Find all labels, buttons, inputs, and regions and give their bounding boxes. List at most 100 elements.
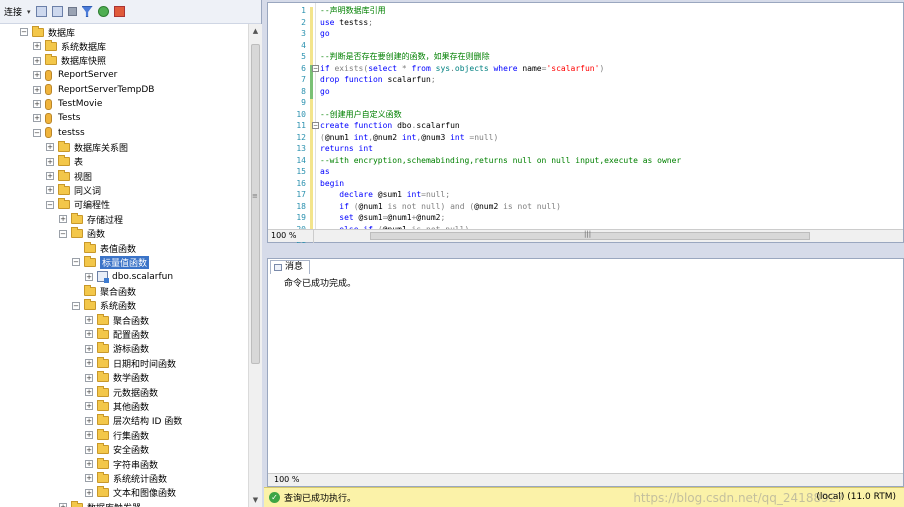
expand-icon[interactable]: + bbox=[33, 100, 41, 108]
database-icon bbox=[45, 69, 52, 81]
expand-icon[interactable]: + bbox=[46, 186, 54, 195]
connect-dropdown-icon[interactable]: ▾ bbox=[27, 8, 31, 16]
tree-node[interactable]: 表值函数 bbox=[72, 241, 136, 255]
expand-icon[interactable]: + bbox=[85, 359, 93, 368]
ssms-window: 连接 ▾ − 数据库 + 系统数据库 + 数据库快照 + ReportServer + Repor… bbox=[0, 0, 904, 507]
refresh-icon[interactable] bbox=[97, 6, 109, 17]
expand-icon[interactable]: + bbox=[85, 344, 93, 353]
tree-node[interactable]: + Tests bbox=[33, 111, 80, 125]
editor-hscrollbar[interactable]: ||| bbox=[314, 230, 903, 243]
code-area[interactable]: --声明数据库引用 use testss; go --判断是否存在要创建的函数，如果存… bbox=[320, 3, 895, 231]
tree-node[interactable]: + 游标函数 bbox=[85, 342, 149, 356]
expand-icon[interactable]: + bbox=[85, 474, 93, 483]
collapse-icon[interactable]: − bbox=[72, 301, 80, 310]
collapse-region-icon[interactable]: − bbox=[312, 122, 319, 129]
activity-monitor-icon[interactable] bbox=[113, 6, 125, 17]
tree-node[interactable]: + 日期和时间函数 bbox=[85, 356, 176, 370]
expand-icon[interactable]: + bbox=[85, 445, 93, 454]
collapse-icon[interactable]: − bbox=[20, 28, 28, 36]
scroll-grip-icon: ≡ bbox=[252, 192, 258, 200]
tree-node-label: 聚合函数 bbox=[100, 287, 137, 298]
tree-node[interactable]: + TestMovie bbox=[33, 97, 102, 111]
tree-node-label: 游标函数 bbox=[113, 345, 150, 356]
tree-node[interactable]: 聚合函数 bbox=[72, 284, 136, 298]
tree-node[interactable]: + 字符串函数 bbox=[85, 457, 158, 471]
code-token: sys bbox=[435, 63, 451, 73]
connect-button[interactable]: 连接 bbox=[4, 5, 22, 18]
messages-zoom[interactable]: 100 % bbox=[271, 474, 299, 487]
tree-node[interactable]: + 数据库关系图 bbox=[46, 140, 128, 154]
editor-zoom[interactable]: 100 % bbox=[268, 229, 314, 243]
collapse-icon[interactable]: − bbox=[59, 229, 67, 238]
code-token: exists bbox=[334, 63, 364, 73]
expand-icon[interactable]: + bbox=[85, 316, 93, 324]
expand-icon[interactable]: + bbox=[33, 114, 41, 123]
expand-icon[interactable]: + bbox=[85, 431, 93, 440]
scroll-thumb[interactable] bbox=[251, 44, 260, 364]
tree-node[interactable]: + 视图 bbox=[46, 169, 92, 183]
tree-node[interactable]: + 元数据函数 bbox=[85, 385, 158, 399]
tree-node[interactable]: + 文本和图像函数 bbox=[85, 486, 176, 500]
tree-node[interactable]: + ReportServer bbox=[33, 68, 117, 82]
expand-icon[interactable]: + bbox=[85, 488, 93, 497]
expand-icon[interactable]: + bbox=[46, 172, 54, 180]
tree-node[interactable]: − testss bbox=[33, 126, 85, 140]
tree-node[interactable]: + 系统统计函数 bbox=[85, 471, 167, 485]
expand-icon[interactable]: + bbox=[85, 388, 93, 396]
expand-icon[interactable]: + bbox=[33, 56, 41, 65]
tree-node[interactable]: − 数据库 bbox=[20, 25, 75, 39]
tree-node[interactable]: − 可编程性 bbox=[46, 198, 110, 212]
collapse-icon[interactable]: − bbox=[72, 258, 80, 267]
tree-node[interactable]: + 系统数据库 bbox=[33, 39, 106, 53]
code-token: go bbox=[320, 29, 330, 38]
scroll-up-icon[interactable]: ▲ bbox=[249, 24, 262, 38]
expand-icon[interactable]: + bbox=[85, 402, 93, 411]
folder-icon bbox=[97, 428, 109, 440]
tree-node[interactable]: + 同义词 bbox=[46, 183, 101, 197]
expand-icon[interactable]: + bbox=[33, 42, 41, 51]
expand-icon[interactable]: + bbox=[33, 85, 41, 94]
expand-icon[interactable]: + bbox=[59, 503, 67, 507]
tree-node[interactable]: + 数学函数 bbox=[85, 371, 149, 385]
tree-node[interactable]: + 数据库触发器 bbox=[59, 500, 141, 507]
explorer-scrollbar[interactable]: ▲ ≡ ▼ bbox=[248, 24, 262, 507]
tree-node[interactable]: + dbo.scalarfun bbox=[85, 270, 173, 284]
expand-icon[interactable]: + bbox=[85, 460, 93, 468]
query-editor[interactable]: 123456−7891011−12131415161718192021 --声明… bbox=[267, 2, 904, 245]
code-token: @num1 bbox=[387, 213, 412, 222]
tree-node[interactable]: − 系统函数 bbox=[72, 299, 136, 313]
tree-node[interactable]: + 表 bbox=[46, 155, 83, 169]
expand-icon[interactable]: + bbox=[85, 416, 93, 425]
expand-icon[interactable]: + bbox=[85, 373, 93, 382]
tree-node[interactable]: + ReportServerTempDB bbox=[33, 83, 154, 97]
expand-icon[interactable]: + bbox=[85, 330, 93, 339]
collapse-icon[interactable]: − bbox=[46, 200, 54, 209]
tree-node[interactable]: − 函数 bbox=[59, 227, 105, 241]
tree-node[interactable]: + 存储过程 bbox=[59, 212, 123, 226]
code-line: set @sum1=@num1+@num2; bbox=[320, 212, 445, 224]
tree-node[interactable]: − 标量值函数 bbox=[72, 255, 150, 269]
stop-grey-icon[interactable] bbox=[67, 7, 77, 16]
scroll-down-icon[interactable]: ▼ bbox=[249, 493, 262, 507]
filter-icon[interactable] bbox=[81, 6, 93, 17]
tree-node[interactable]: + 层次结构 ID 函数 bbox=[85, 414, 182, 428]
expand-icon[interactable]: + bbox=[59, 215, 67, 224]
collapse-region-icon[interactable]: − bbox=[312, 64, 319, 72]
tree-node[interactable]: + 数据库快照 bbox=[33, 54, 106, 68]
code-token: ) bbox=[440, 201, 451, 211]
connect-object-icon[interactable] bbox=[35, 6, 47, 17]
tree-node[interactable]: + 安全函数 bbox=[85, 443, 149, 457]
tree-node-label: 系统统计函数 bbox=[113, 474, 168, 485]
disconnect-icon[interactable] bbox=[51, 6, 63, 17]
tree-node[interactable]: + 配置函数 bbox=[85, 327, 149, 341]
expand-icon[interactable]: + bbox=[85, 272, 93, 281]
tree-node[interactable]: + 其他函数 bbox=[85, 399, 149, 413]
collapse-icon[interactable]: − bbox=[33, 128, 41, 137]
code-token: ; bbox=[445, 190, 451, 199]
expand-icon[interactable]: + bbox=[46, 157, 54, 166]
tab-messages[interactable]: 消息 bbox=[270, 260, 311, 274]
tree-node[interactable]: + 聚合函数 bbox=[85, 313, 149, 327]
expand-icon[interactable]: + bbox=[33, 71, 41, 80]
expand-icon[interactable]: + bbox=[46, 143, 54, 152]
tree-node[interactable]: + 行集函数 bbox=[85, 428, 149, 442]
